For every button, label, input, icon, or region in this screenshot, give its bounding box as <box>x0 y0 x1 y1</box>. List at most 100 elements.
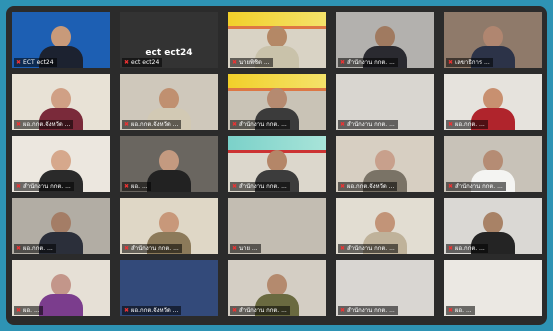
participant-name: ผอ.กกต.จังหวัด ... <box>347 183 395 190</box>
participant-tile[interactable]: ✖ สำนักงาน กกต. ... <box>12 136 110 192</box>
participant-tile[interactable]: ✖ ผอ.กกต.จังหวัด ... <box>12 74 110 130</box>
participant-name-label: ✖ สำนักงาน กกต. ... <box>446 182 506 191</box>
participant-head <box>267 88 287 110</box>
participant-name-label: ✖ ผอ.กกต. ... <box>446 120 488 129</box>
participant-tile[interactable]: ✖ สำนักงาน กกต. ... <box>336 74 434 130</box>
participant-head <box>51 26 71 48</box>
participant-head <box>375 26 395 48</box>
mic-muted-icon: ✖ <box>232 121 238 128</box>
mic-muted-icon: ✖ <box>232 307 238 314</box>
participant-head <box>267 274 287 296</box>
participant-head <box>51 88 71 110</box>
mic-muted-icon: ✖ <box>340 307 346 314</box>
participant-head <box>51 150 71 172</box>
participant-name-label: ✖ นาย ... <box>230 244 261 253</box>
video-grid: ✖ ECT ect24 ect ect24 ✖ ect ect24 ✖ นายพิชิต .… <box>6 6 547 325</box>
participant-name: ผอ.กกต.จังหวัด ... <box>131 121 179 128</box>
participant-tile[interactable]: ✖ สำนักงาน กกต. ... <box>444 136 542 192</box>
participant-head <box>375 212 395 234</box>
mic-muted-icon: ✖ <box>340 245 346 252</box>
mic-muted-icon: ✖ <box>124 245 130 252</box>
participant-tile[interactable]: ✖ เลขาธิการ ... <box>444 12 542 68</box>
participant-name: สำนักงาน กกต. ... <box>347 245 395 252</box>
participant-name-label: ✖ ECT ect24 <box>14 58 57 67</box>
participant-name: สำนักงาน กกต. ... <box>347 59 395 66</box>
mic-muted-icon: ✖ <box>232 59 238 66</box>
participant-name: เลขาธิการ ... <box>455 59 490 66</box>
participant-tile[interactable]: ✖ สำนักงาน กกต. ... <box>228 74 326 130</box>
participant-tile[interactable]: ✖ นายพิชิต ... <box>228 12 326 68</box>
mic-muted-icon: ✖ <box>16 59 22 66</box>
participant-name: ผอ. ... <box>455 307 472 314</box>
participant-name: ผอ.กกต. ... <box>455 245 485 252</box>
participant-tile[interactable]: ✖ นาย ... <box>228 198 326 254</box>
participant-name: ect ect24 <box>131 59 160 66</box>
participant-head <box>483 26 503 48</box>
participant-head <box>51 274 71 296</box>
participant-name-label: ✖ ผอ.กกต.จังหวัด ... <box>122 120 182 129</box>
participant-tile[interactable]: ✖ สำนักงาน กกต. ... <box>336 260 434 316</box>
participant-tile[interactable]: ✖ ผอ.กกต.จังหวัด ... <box>120 74 218 130</box>
participant-name-label: ✖ สำนักงาน กกต. ... <box>338 306 398 315</box>
participant-tile[interactable]: ✖ ผอ.กกต.จังหวัด ... <box>120 260 218 316</box>
participant-name-label: ✖ ผอ. ... <box>446 306 475 315</box>
participant-head <box>267 26 287 48</box>
participant-name: สำนักงาน กกต. ... <box>23 183 71 190</box>
mic-muted-icon: ✖ <box>16 183 22 190</box>
participant-name: ผอ. ... <box>131 183 148 190</box>
participant-name-label: ✖ ผอ. ... <box>14 306 43 315</box>
mic-muted-icon: ✖ <box>448 183 454 190</box>
participant-head <box>483 88 503 110</box>
participant-name: สำนักงาน กกต. ... <box>239 307 287 314</box>
participant-tile[interactable]: ✖ ECT ect24 <box>12 12 110 68</box>
participant-name: นายพิชิต ... <box>239 59 270 66</box>
participant-name: ผอ. ... <box>23 307 40 314</box>
participant-tile[interactable]: ✖ ผอ. ... <box>120 136 218 192</box>
participant-name-label: ✖ เลขาธิการ ... <box>446 58 493 67</box>
participant-tile[interactable]: ✖ ผอ.กกต. ... <box>444 198 542 254</box>
participant-name: สำนักงาน กกต. ... <box>347 121 395 128</box>
participant-tile[interactable]: ect ect24 ✖ ect ect24 <box>120 12 218 68</box>
mic-muted-icon: ✖ <box>124 183 130 190</box>
participant-name-label: ✖ สำนักงาน กกต. ... <box>122 244 182 253</box>
participant-tile[interactable]: ✖ ผอ. ... <box>12 260 110 316</box>
participant-tile[interactable]: ✖ ผอ.กกต. ... <box>444 74 542 130</box>
participant-tile[interactable]: ✖ สำนักงาน กกต. ... <box>228 260 326 316</box>
participant-name: ผอ.กกต. ... <box>455 121 485 128</box>
mic-muted-icon: ✖ <box>448 59 454 66</box>
participant-name: สำนักงาน กกต. ... <box>239 183 287 190</box>
participant-name: สำนักงาน กกต. ... <box>347 307 395 314</box>
participant-tile[interactable]: ✖ ผอ. ... <box>444 260 542 316</box>
mic-muted-icon: ✖ <box>340 121 346 128</box>
mic-muted-icon: ✖ <box>124 307 130 314</box>
participant-head <box>483 150 503 172</box>
participant-tile[interactable]: ✖ ผอ.กกต. ... <box>12 198 110 254</box>
participant-name-label: ✖ สำนักงาน กกต. ... <box>338 120 398 129</box>
participant-name: ผอ.กกต.จังหวัด ... <box>23 121 71 128</box>
mic-muted-icon: ✖ <box>340 59 346 66</box>
participant-name-label: ✖ ect ect24 <box>122 58 163 67</box>
participant-name: สำนักงาน กกต. ... <box>239 121 287 128</box>
participant-tile[interactable]: ✖ สำนักงาน กกต. ... <box>120 198 218 254</box>
mic-muted-icon: ✖ <box>340 183 346 190</box>
participant-tile[interactable]: ✖ สำนักงาน กกต. ... <box>336 12 434 68</box>
participant-head <box>483 212 503 234</box>
mic-muted-icon: ✖ <box>232 183 238 190</box>
participant-head <box>267 150 287 172</box>
participant-name-label: ✖ สำนักงาน กกต. ... <box>338 58 398 67</box>
participant-head <box>159 150 179 172</box>
participant-tile[interactable]: ✖ สำนักงาน กกต. ... <box>336 198 434 254</box>
participant-name-label: ✖ สำนักงาน กกต. ... <box>230 182 290 191</box>
participant-name: ผอ.กกต.จังหวัด ... <box>131 307 179 314</box>
mic-muted-icon: ✖ <box>448 307 454 314</box>
participant-tile[interactable]: ✖ สำนักงาน กกต. ... <box>228 136 326 192</box>
participant-name-label: ✖ ผอ. ... <box>122 182 151 191</box>
participant-name-label: ✖ สำนักงาน กกต. ... <box>230 120 290 129</box>
mic-muted-icon: ✖ <box>16 121 22 128</box>
participant-body <box>39 294 83 316</box>
participant-tile[interactable]: ✖ ผอ.กกต.จังหวัด ... <box>336 136 434 192</box>
mic-muted-icon: ✖ <box>232 245 238 252</box>
participant-name-label: ✖ สำนักงาน กกต. ... <box>14 182 74 191</box>
participant-body <box>147 170 191 192</box>
mic-muted-icon: ✖ <box>16 245 22 252</box>
